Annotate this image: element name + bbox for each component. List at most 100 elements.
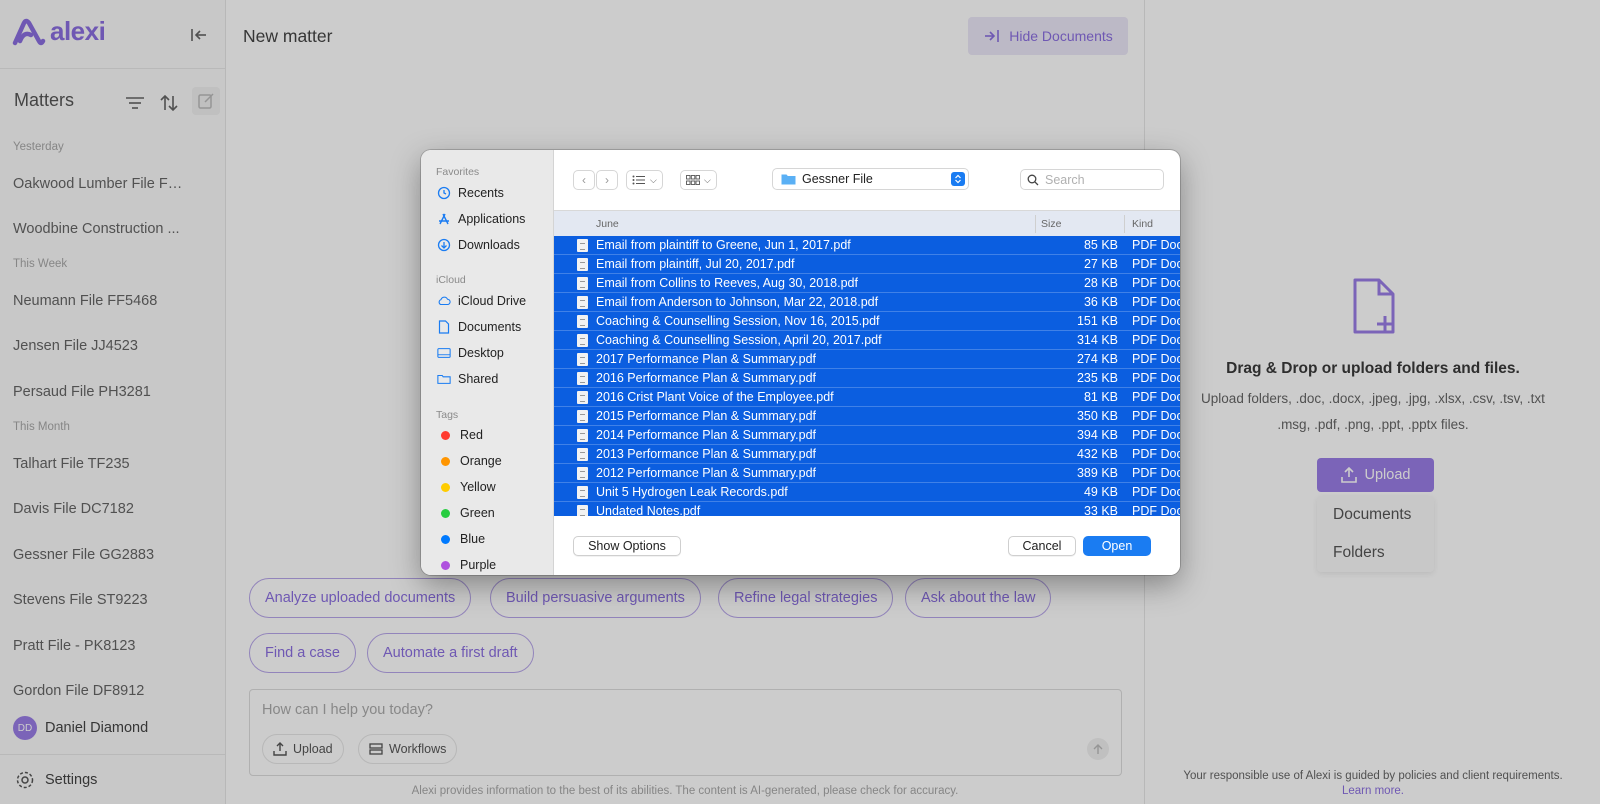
file-row[interactable]: Undated Notes.pdf 33 KB PDF Document: [554, 502, 1180, 516]
grid-view-icon: [686, 175, 700, 185]
file-name: Unit 5 Hydrogen Leak Records.pdf: [596, 485, 788, 499]
file-kind: PDF Document: [1132, 238, 1180, 252]
file-size: 235 KB: [1076, 371, 1118, 385]
sidebar-item-label: Desktop: [458, 346, 504, 360]
pdf-file-icon: [577, 258, 588, 271]
file-row[interactable]: Unit 5 Hydrogen Leak Records.pdf 49 KB PDF…: [554, 483, 1180, 502]
location-popup[interactable]: Gessner File: [772, 168, 969, 190]
pdf-file-icon: [577, 277, 588, 290]
sidebar-tag-yellow[interactable]: Yellow: [437, 480, 496, 494]
column-name[interactable]: June: [596, 218, 619, 230]
file-kind: PDF Document: [1132, 485, 1180, 499]
tag-dot-icon: [441, 482, 450, 492]
file-list[interactable]: Email from plaintiff to Greene, Jun 1, 2…: [554, 236, 1180, 516]
column-divider[interactable]: [1035, 215, 1036, 233]
file-size: 28 KB: [1083, 276, 1118, 290]
sidebar-tag-green[interactable]: Green: [437, 506, 495, 520]
dialog-footer: Show Options Cancel Open: [554, 516, 1180, 575]
sidebar-section-icloud: iCloud: [436, 274, 466, 286]
file-row[interactable]: Email from plaintiff, Jul 20, 2017.pdf 27…: [554, 255, 1180, 274]
file-row[interactable]: Coaching & Counselling Session, April 20…: [554, 331, 1180, 350]
pdf-file-icon: [577, 391, 588, 404]
file-row[interactable]: Email from Anderson to Johnson, Mar 22, …: [554, 293, 1180, 312]
sidebar-tag-purple[interactable]: Purple: [437, 558, 496, 572]
tag-label: Yellow: [460, 480, 496, 494]
pdf-file-icon: [577, 486, 588, 499]
chevron-left-icon: ‹: [582, 173, 586, 187]
sidebar-item-downloads[interactable]: Downloads: [437, 238, 520, 252]
file-name: 2014 Performance Plan & Summary.pdf: [596, 428, 817, 442]
pdf-file-icon: [577, 334, 588, 347]
file-row[interactable]: 2017 Performance Plan & Summary.pdf 274 K…: [554, 350, 1180, 369]
file-kind: PDF Document: [1132, 295, 1180, 309]
cloud-icon: [437, 294, 451, 308]
pdf-file-icon: [577, 429, 588, 442]
search-input[interactable]: Search: [1020, 169, 1164, 190]
file-kind: PDF Document: [1132, 257, 1180, 271]
sidebar-item-recents[interactable]: Recents: [437, 186, 504, 200]
sidebar-item-label: Applications: [458, 212, 526, 226]
pdf-file-icon: [577, 467, 588, 480]
file-row[interactable]: 2015 Performance Plan & Summary.pdf 350 K…: [554, 407, 1180, 426]
sidebar-item-applications[interactable]: Applications: [437, 212, 525, 226]
column-divider[interactable]: [1124, 215, 1125, 233]
search-icon: [1027, 174, 1039, 185]
forward-button[interactable]: ›: [596, 170, 618, 190]
file-size: 274 KB: [1076, 352, 1118, 366]
sidebar-item-desktop[interactable]: Desktop: [437, 346, 504, 360]
file-size: 27 KB: [1083, 257, 1118, 271]
pdf-file-icon: [577, 410, 588, 423]
show-options-button[interactable]: Show Options: [573, 536, 681, 556]
file-kind: PDF Document: [1132, 428, 1180, 442]
grid-view-button[interactable]: ⌵: [680, 170, 717, 190]
file-name: Email from Collins to Reeves, Aug 30, 20…: [596, 276, 858, 290]
sidebar-tag-blue[interactable]: Blue: [437, 532, 485, 546]
file-name: 2012 Performance Plan & Summary.pdf: [596, 466, 817, 480]
sidebar-item-documents[interactable]: Documents: [437, 320, 521, 334]
file-name: Coaching & Counselling Session, Nov 16, …: [596, 314, 880, 328]
folder-icon: [781, 174, 796, 185]
chevron-down-icon: ⌵: [650, 174, 657, 185]
file-size: 33 KB: [1083, 504, 1118, 516]
pdf-file-icon: [577, 353, 588, 366]
list-view-button[interactable]: ⌵: [626, 170, 663, 190]
file-size: 389 KB: [1076, 466, 1118, 480]
file-open-dialog: Favorites Recents Applications Downloads…: [421, 150, 1180, 575]
file-kind: PDF Document: [1132, 276, 1180, 290]
sidebar-item-shared[interactable]: Shared: [437, 372, 498, 386]
file-row[interactable]: Email from plaintiff to Greene, Jun 1, 2…: [554, 236, 1180, 255]
back-button[interactable]: ‹: [573, 170, 595, 190]
sidebar-tag-orange[interactable]: Orange: [437, 454, 502, 468]
location-label: Gessner File: [802, 172, 873, 186]
file-size: 49 KB: [1083, 485, 1118, 499]
sidebar-tag-red[interactable]: Red: [437, 428, 483, 442]
file-row[interactable]: 2012 Performance Plan & Summary.pdf 389 K…: [554, 464, 1180, 483]
file-row[interactable]: Email from Collins to Reeves, Aug 30, 20…: [554, 274, 1180, 293]
file-row[interactable]: 2014 Performance Plan & Summary.pdf 394 K…: [554, 426, 1180, 445]
file-size: 394 KB: [1076, 428, 1118, 442]
file-name: Email from plaintiff, Jul 20, 2017.pdf: [596, 257, 795, 271]
column-kind[interactable]: Kind: [1132, 218, 1153, 230]
tag-dot-icon: [441, 430, 450, 440]
open-button[interactable]: Open: [1083, 536, 1151, 556]
document-icon: [437, 320, 451, 334]
file-name: 2016 Performance Plan & Summary.pdf: [596, 371, 817, 385]
tag-label: Blue: [460, 532, 486, 546]
file-row[interactable]: 2016 Performance Plan & Summary.pdf 235 K…: [554, 369, 1180, 388]
file-row[interactable]: Coaching & Counselling Session, Nov 16, …: [554, 312, 1180, 331]
pdf-file-icon: [577, 296, 588, 309]
sidebar-item-label: Shared: [458, 372, 499, 386]
column-size[interactable]: Size: [1041, 218, 1061, 230]
file-size: 151 KB: [1076, 314, 1118, 328]
file-kind: PDF Document: [1132, 333, 1180, 347]
file-size: 350 KB: [1076, 409, 1118, 423]
file-name: Undated Notes.pdf: [596, 504, 701, 516]
sidebar-item-icloud-drive[interactable]: iCloud Drive: [437, 294, 526, 308]
file-row[interactable]: 2016 Crist Plant Voice of the Employee.p…: [554, 388, 1180, 407]
sidebar-item-label: iCloud Drive: [458, 294, 527, 308]
tag-dot-icon: [441, 560, 450, 570]
cancel-button[interactable]: Cancel: [1008, 536, 1076, 556]
dialog-sidebar: Favorites Recents Applications Downloads…: [421, 150, 554, 575]
file-row[interactable]: 2013 Performance Plan & Summary.pdf 432 K…: [554, 445, 1180, 464]
tag-label: Red: [460, 428, 483, 442]
